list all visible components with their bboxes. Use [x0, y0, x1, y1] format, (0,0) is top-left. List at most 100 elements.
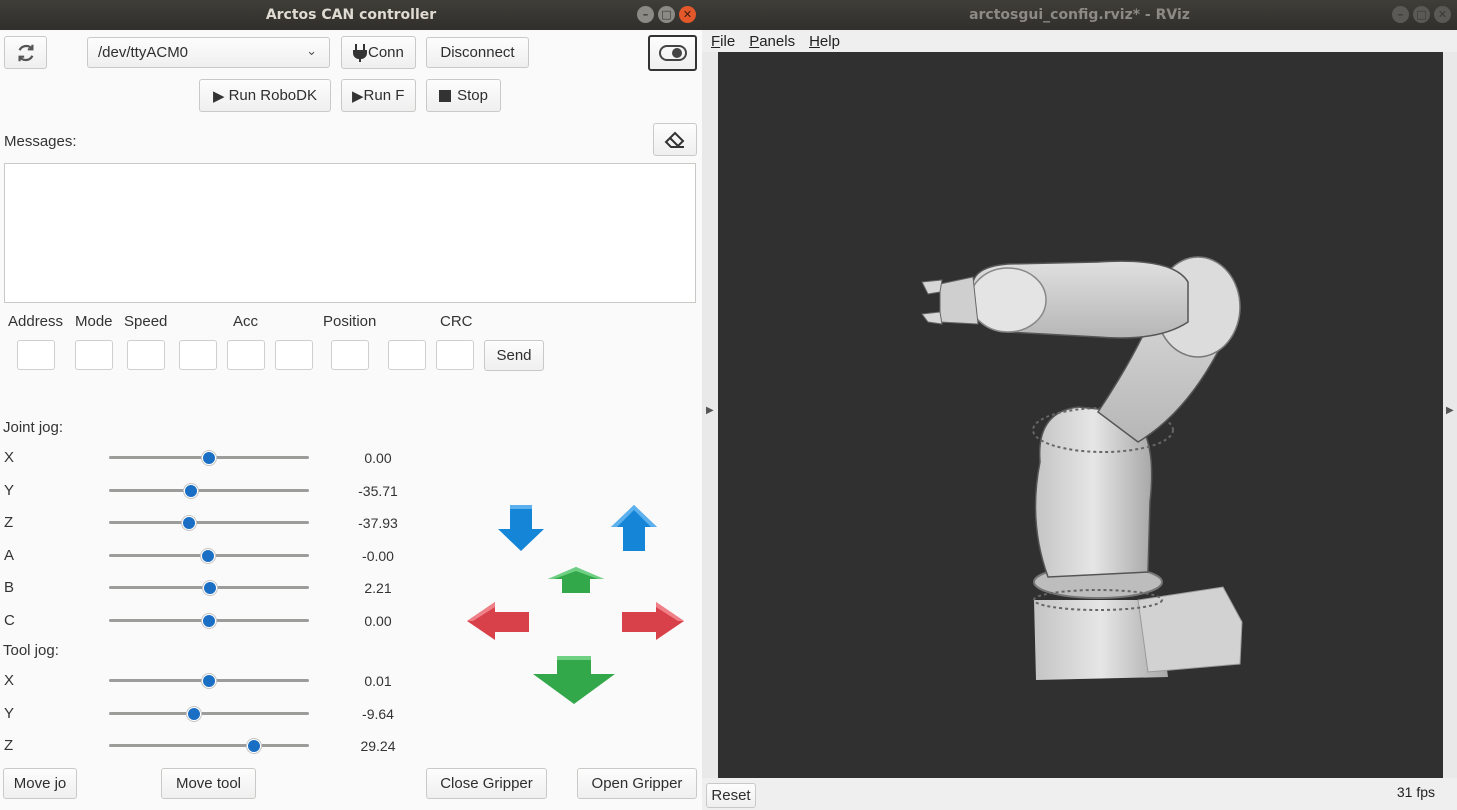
close-gripper-button[interactable]: Close Gripper [426, 768, 547, 799]
header-address: Address [8, 313, 64, 330]
close-icon[interactable]: ✕ [1434, 6, 1451, 23]
move-tool-button[interactable]: Move tool [161, 768, 256, 799]
acc-input-2[interactable] [275, 340, 313, 370]
rviz-window: arctosgui_config.rviz* - RViz – □ ✕ File… [702, 0, 1457, 810]
run-f-label: Run F [363, 87, 405, 104]
header-position: Position [323, 313, 377, 330]
arrow-right-red-icon[interactable] [622, 602, 684, 640]
close-gripper-label: Close Gripper [440, 775, 533, 792]
joint-slider-b[interactable] [109, 580, 309, 596]
slider-track [109, 521, 309, 525]
menu-bar: File Panels Help [702, 30, 1457, 52]
messages-label: Messages: [4, 133, 77, 150]
rviz-window-title: arctosgui_config.rviz* - RViz [969, 7, 1190, 23]
slider-track [109, 744, 309, 748]
slider-handle[interactable] [202, 451, 216, 465]
slider-handle[interactable] [202, 674, 216, 688]
reset-label: Reset [711, 787, 751, 804]
connect-button[interactable]: Conn [341, 36, 416, 69]
joint-axis-label: Y [4, 481, 15, 499]
header-crc: CRC [440, 313, 473, 330]
tool-slider-z[interactable] [109, 738, 309, 754]
refresh-icon [17, 44, 34, 61]
play-icon: ▶ [352, 87, 364, 105]
joint-axis-label: X [4, 449, 15, 466]
disconnect-button[interactable]: Disconnect [426, 37, 529, 68]
acc-input-1[interactable] [227, 340, 265, 370]
maximize-icon[interactable]: □ [1413, 6, 1430, 23]
plug-icon [353, 43, 367, 62]
close-icon[interactable]: ✕ [679, 6, 696, 23]
run-f-button[interactable]: ▶ Run F [341, 79, 416, 112]
slider-handle[interactable] [202, 614, 216, 628]
arrow-up-blue-icon[interactable] [609, 505, 659, 551]
move-joint-label: Move jo [13, 775, 67, 792]
messages-area[interactable] [4, 163, 696, 303]
arrow-down-blue-icon[interactable] [496, 505, 546, 551]
tool-axis-label: X [4, 672, 15, 689]
3d-viewport[interactable] [718, 52, 1443, 778]
tool-slider-x[interactable] [109, 673, 309, 689]
position-input-2[interactable] [388, 340, 426, 370]
joint-value-y: -35.71 [358, 482, 398, 499]
header-acc: Acc [233, 313, 259, 330]
eraser-icon [664, 131, 685, 148]
joint-slider-z[interactable] [109, 515, 309, 531]
joint-axis-label: Z [4, 514, 14, 532]
fps-counter: 31 fps [1396, 784, 1435, 800]
reset-button[interactable]: Reset [706, 783, 756, 808]
tool-axis-label: Z [4, 737, 14, 755]
port-select[interactable]: /dev/ttyACM0 ⌄ [87, 37, 330, 68]
arrow-up-green-icon[interactable] [548, 567, 604, 593]
joint-slider-x[interactable] [109, 450, 309, 466]
clear-messages-button[interactable] [653, 123, 697, 156]
address-input[interactable] [17, 340, 55, 370]
slider-handle[interactable] [201, 548, 215, 563]
joint-value-z: -37.93 [358, 515, 398, 532]
slider-handle[interactable] [187, 706, 201, 721]
arrow-down-green-icon[interactable] [533, 656, 615, 704]
joint-slider-a[interactable] [109, 548, 309, 564]
arrow-left-red-icon[interactable] [467, 602, 529, 640]
maximize-icon[interactable]: □ [658, 6, 675, 23]
slider-handle[interactable] [184, 483, 198, 498]
joint-slider-c[interactable] [109, 613, 309, 629]
slider-handle[interactable] [247, 739, 261, 754]
tool-value-y: -9.64 [362, 705, 394, 722]
joint-slider-y[interactable] [109, 483, 309, 499]
speed-input-1[interactable] [127, 340, 165, 370]
title-bar: Arctos CAN controller – □ ✕ [0, 0, 702, 30]
menu-panels[interactable]: Panels [749, 33, 795, 50]
move-joint-button[interactable]: Move jo [3, 768, 77, 799]
open-gripper-button[interactable]: Open Gripper [577, 768, 697, 799]
run-robodk-label: Run RoboDK [228, 87, 317, 104]
left-dock-collapse[interactable]: ▶ [702, 52, 718, 778]
mode-input[interactable] [75, 340, 113, 370]
joint-value-x: 0.00 [364, 450, 392, 466]
send-label: Send [496, 347, 532, 364]
slider-handle[interactable] [182, 516, 196, 531]
tool-jog-label: Tool jog: [3, 642, 59, 659]
toggle-button[interactable] [648, 35, 697, 71]
tool-value-z: 29.24 [360, 738, 396, 755]
menu-help[interactable]: Help [809, 33, 840, 50]
send-button[interactable]: Send [484, 340, 544, 371]
disconnect-label: Disconnect [440, 44, 515, 61]
minimize-icon[interactable]: – [1392, 6, 1409, 23]
joint-value-b: 2.21 [364, 580, 392, 597]
joint-axis-label: C [4, 612, 15, 629]
position-input-1[interactable] [331, 340, 369, 370]
speed-input-2[interactable] [179, 340, 217, 370]
right-dock-collapse[interactable]: ▶ [1443, 52, 1457, 778]
run-robodk-button[interactable]: ▶ Run RoboDK [199, 79, 331, 112]
slider-handle[interactable] [203, 581, 217, 596]
stop-button[interactable]: Stop [426, 79, 501, 112]
tool-slider-y[interactable] [109, 706, 309, 722]
stop-label: Stop [457, 87, 488, 104]
joint-jog-label: Joint jog: [3, 419, 64, 436]
expand-right-icon: ▶ [1446, 405, 1454, 416]
minimize-icon[interactable]: – [637, 6, 654, 23]
refresh-button[interactable] [4, 36, 47, 69]
crc-input[interactable] [436, 340, 474, 370]
menu-file[interactable]: File [711, 33, 735, 50]
